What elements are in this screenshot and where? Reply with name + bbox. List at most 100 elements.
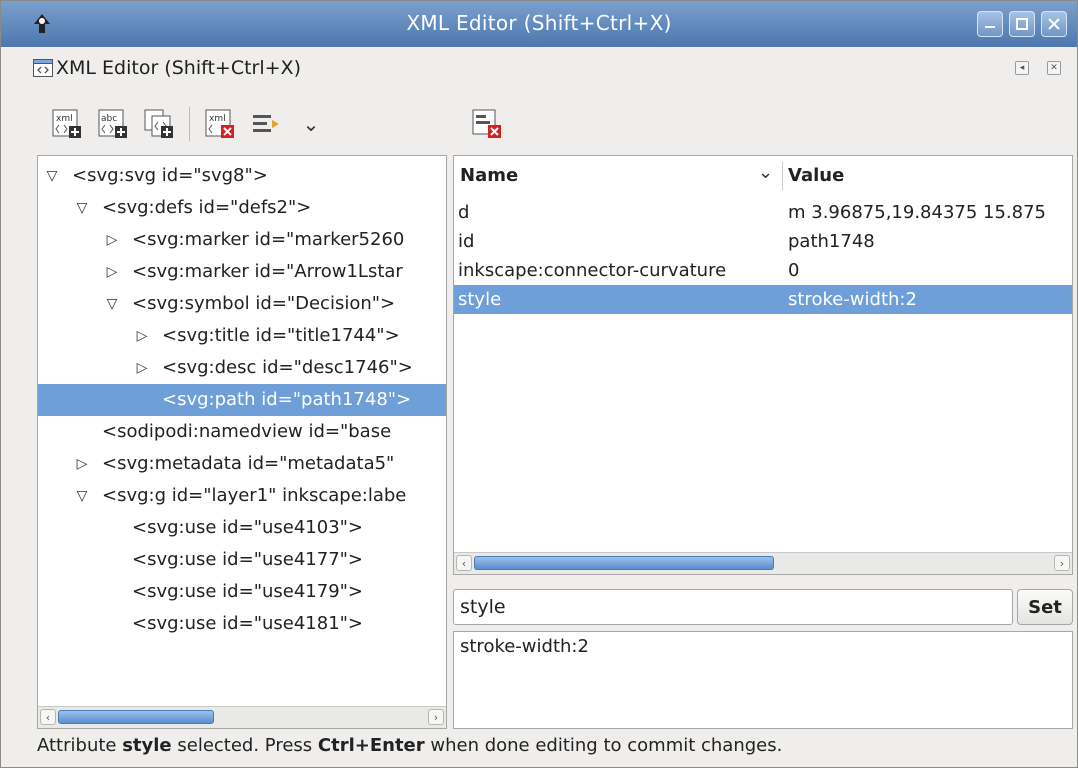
scroll-right-arrow-icon[interactable]: › — [1054, 555, 1070, 571]
dock-header: XML Editor (Shift+Ctrl+X) ◂ ✕ — [1, 49, 1077, 87]
xml-editor-window: XML Editor (Shift+Ctrl+X) XML Editor (Sh… — [0, 0, 1078, 768]
expand-triangle-icon[interactable]: ▷ — [104, 256, 120, 288]
attribute-value: 0 — [788, 260, 800, 281]
collapse-triangle-icon[interactable]: ▽ — [44, 160, 60, 192]
expand-triangle-icon[interactable]: ▷ — [104, 224, 120, 256]
new-text-node-icon: abc — [98, 109, 127, 138]
tree-node[interactable]: ▽ <svg:svg id="svg8"> — [38, 160, 446, 192]
svg-text:abc: abc — [101, 114, 117, 124]
new-element-node-button[interactable]: xml — [51, 108, 83, 140]
tree-node[interactable]: <svg:use id="use4177"> — [38, 544, 446, 576]
attribute-table[interactable]: Name ⌄ Value d m 3.96875,19.84375 15.875 i… — [453, 155, 1073, 575]
value-column-header[interactable]: Value — [788, 165, 844, 186]
attribute-value-input[interactable]: stroke-width:2 — [453, 631, 1073, 729]
expand-triangle-icon[interactable]: ▷ — [134, 320, 150, 352]
tree-node-label: <svg:use id="use4181"> — [132, 613, 364, 634]
tree-node[interactable]: <svg:use id="use4181"> — [38, 608, 446, 640]
xml-editor-icon — [33, 59, 53, 77]
tree-node-label: <svg:title id="title1744"> — [162, 325, 400, 346]
attribute-row[interactable]: d m 3.96875,19.84375 15.875 — [454, 198, 1072, 227]
attribute-scroll-thumb[interactable] — [474, 556, 774, 570]
expand-triangle-icon[interactable]: ▷ — [74, 448, 90, 480]
tree-scroll-thumb[interactable] — [58, 710, 214, 724]
tree-node[interactable]: ▽ <svg:g id="layer1" inkscape:labe — [38, 480, 446, 512]
new-text-node-button[interactable]: abc — [97, 108, 129, 140]
tree-node[interactable]: ▷ <svg:marker id="marker5260 — [38, 224, 446, 256]
tree-node-label: <svg:defs id="defs2"> — [102, 197, 312, 218]
attribute-name: inkscape:connector-curvature — [458, 260, 727, 281]
attribute-table-header: Name ⌄ Value — [454, 156, 1072, 196]
toolbar-overflow-chevron-icon[interactable]: ⌄ — [300, 113, 322, 135]
indent-node-icon — [253, 115, 279, 132]
svg-text:xml: xml — [209, 114, 226, 124]
status-text: Attribute — [37, 735, 123, 756]
tree-node-label: <svg:use id="use4177"> — [132, 549, 364, 570]
scroll-left-arrow-icon[interactable]: ‹ — [40, 709, 56, 725]
tree-node[interactable]: <sodipodi:namedview id="base — [38, 416, 446, 448]
attribute-value: m 3.96875,19.84375 15.875 — [788, 202, 1047, 223]
tree-node[interactable]: ▷ <svg:desc id="desc1746"> — [38, 352, 446, 384]
set-button[interactable]: Set — [1017, 589, 1073, 625]
attribute-row[interactable]: style stroke-width:2 — [454, 285, 1072, 314]
tree-node-label: <svg:desc id="desc1746"> — [162, 357, 413, 378]
tree-node-label: <svg:g id="layer1" inkscape:labe — [102, 485, 407, 506]
tree-node-label: <svg:metadata id="metadata5" — [102, 453, 395, 474]
scroll-left-arrow-icon[interactable]: ‹ — [456, 555, 472, 571]
dock-title: XML Editor (Shift+Ctrl+X) — [56, 57, 301, 79]
close-button[interactable] — [1041, 11, 1067, 37]
column-separator[interactable] — [782, 162, 783, 190]
attribute-horizontal-scrollbar[interactable]: ‹ › — [454, 552, 1072, 574]
attribute-row[interactable]: id path1748 — [454, 227, 1072, 256]
collapse-triangle-icon[interactable]: ▽ — [74, 480, 90, 512]
tree-node[interactable]: ▷ <svg:title id="title1744"> — [38, 320, 446, 352]
tree-horizontal-scrollbar[interactable]: ‹ › — [38, 706, 446, 728]
close-icon: ✕ — [1050, 63, 1058, 73]
toolbar-separator — [189, 107, 190, 141]
status-attribute-name: style — [122, 735, 172, 756]
expand-triangle-icon[interactable]: ▷ — [134, 352, 150, 384]
status-text: selected. Press — [171, 735, 318, 756]
tree-node[interactable]: ▷ <svg:marker id="Arrow1Lstar — [38, 256, 446, 288]
delete-attribute-button[interactable] — [471, 108, 503, 140]
tree-node[interactable]: ▽ <svg:symbol id="Decision"> — [38, 288, 446, 320]
tree-node[interactable]: <svg:path id="path1748"> — [38, 384, 446, 416]
delete-attribute-icon — [472, 109, 501, 138]
close-icon — [1048, 18, 1060, 30]
indent-node-button[interactable] — [250, 108, 282, 140]
dock-iconify-button[interactable]: ◂ — [1015, 61, 1029, 75]
attribute-name-input[interactable] — [453, 589, 1013, 625]
tree-node[interactable]: ▽ <svg:defs id="defs2"> — [38, 192, 446, 224]
maximize-button[interactable] — [1009, 11, 1035, 37]
tree-node-label: <svg:svg id="svg8"> — [72, 165, 268, 186]
node-tree-panel[interactable]: ▽ <svg:svg id="svg8"> ▽ <svg:defs id="defs2… — [37, 155, 447, 729]
window-title: XML Editor (Shift+Ctrl+X) — [406, 11, 672, 35]
new-element-node-icon: xml — [52, 109, 81, 138]
title-bar[interactable]: XML Editor (Shift+Ctrl+X) — [1, 1, 1077, 47]
status-bar: Attribute style selected. Press Ctrl+Ent… — [37, 735, 782, 756]
maximize-icon — [1016, 18, 1028, 30]
status-shortcut: Ctrl+Enter — [317, 735, 425, 756]
svg-text:xml: xml — [56, 114, 73, 124]
tree-node-label: <svg:symbol id="Decision"> — [132, 293, 396, 314]
collapse-triangle-icon[interactable]: ▽ — [104, 288, 120, 320]
scroll-right-arrow-icon[interactable]: › — [428, 709, 444, 725]
delete-node-button[interactable]: xml — [204, 108, 236, 140]
collapse-triangle-icon[interactable]: ▽ — [74, 192, 90, 224]
arrow-left-icon: ◂ — [1019, 63, 1025, 73]
tree-node[interactable]: <svg:use id="use4103"> — [38, 512, 446, 544]
attribute-value: path1748 — [788, 231, 875, 252]
tree-node[interactable]: ▷ <svg:metadata id="metadata5" — [38, 448, 446, 480]
attribute-toolbar — [471, 99, 517, 149]
node-toolbar: xml abc xml ⌄ — [51, 99, 322, 149]
attribute-name: style — [458, 289, 502, 310]
attribute-row[interactable]: inkscape:connector-curvature 0 — [454, 256, 1072, 285]
tree-node[interactable]: <svg:use id="use4179"> — [38, 576, 446, 608]
sort-chevron-icon[interactable]: ⌄ — [758, 162, 773, 183]
attribute-name: d — [458, 202, 470, 223]
minimize-button[interactable] — [977, 11, 1003, 37]
dock-close-button[interactable]: ✕ — [1047, 61, 1061, 75]
tree-node-label: <svg:marker id="marker5260 — [132, 229, 405, 250]
delete-node-icon: xml — [205, 109, 234, 138]
duplicate-node-button[interactable] — [143, 108, 175, 140]
name-column-header[interactable]: Name — [460, 165, 518, 186]
